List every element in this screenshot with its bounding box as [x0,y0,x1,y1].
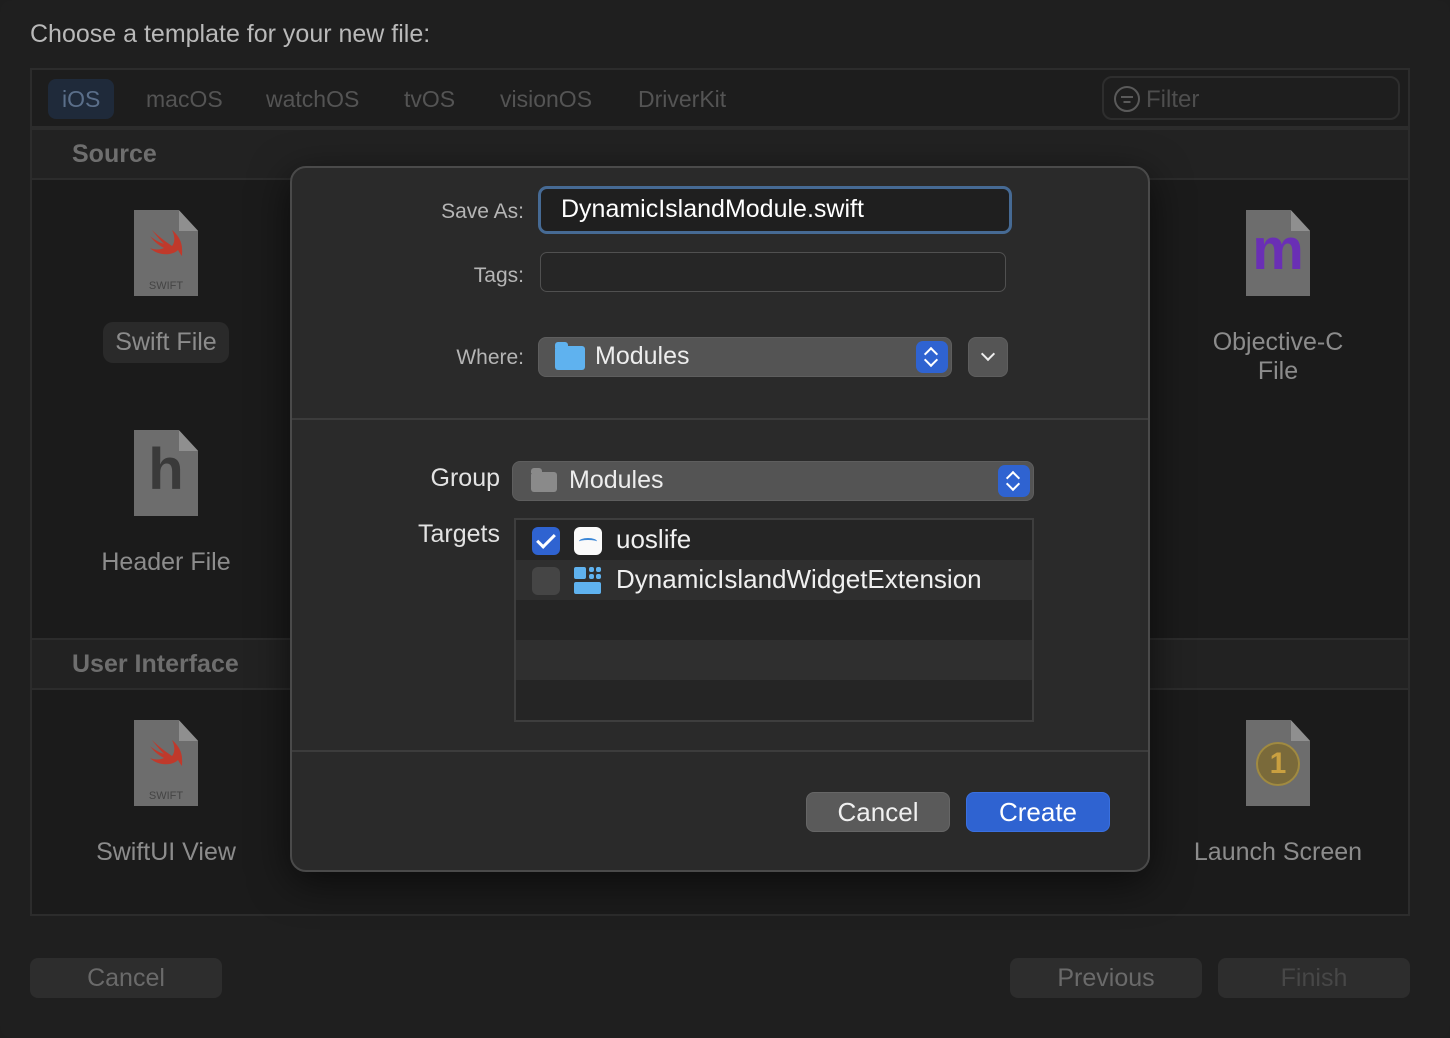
group-value: Modules [569,466,664,494]
section-user-interface-title: User Interface [72,650,239,678]
template-label: Header File [101,548,231,576]
divider [292,418,1148,420]
group-popup[interactable]: Modules [512,461,1034,501]
sheet-cancel-button[interactable]: Cancel [806,792,950,832]
template-label: SwiftUI View [96,838,236,866]
targets-label: Targets [418,520,500,548]
where-value: Modules [595,342,690,370]
m-doc-icon: m [1246,210,1310,296]
template-launch-screen[interactable]: 1 Launch Screen [1178,720,1378,873]
filter-field[interactable]: Filter [1102,76,1400,120]
save-as-label: Save As: [441,200,524,223]
popup-stepper-icon [998,465,1030,497]
popup-stepper-icon [916,341,948,373]
app-icon [574,527,602,555]
target-row-empty [516,640,1032,680]
target-name: DynamicIslandWidgetExtension [616,564,982,594]
tab-watchos[interactable]: watchOS [252,79,373,119]
previous-button[interactable]: Previous [1010,958,1202,998]
tab-macos[interactable]: macOS [132,79,237,119]
target-checkbox[interactable] [532,527,560,555]
tab-driverkit[interactable]: DriverKit [624,79,740,119]
tags-label: Tags: [473,264,524,287]
divider [292,750,1148,752]
target-name: uoslife [616,524,692,554]
expand-location-button[interactable] [968,337,1008,377]
template-label: Swift File [103,322,229,363]
chevron-down-icon [980,346,996,362]
storyboard-doc-icon: 1 [1246,720,1310,806]
template-label: Objective-C File [1212,328,1344,385]
where-popup[interactable]: Modules [538,337,952,377]
template-objc-file[interactable]: m Objective-C File [1178,210,1378,392]
group-label: Group [430,464,500,492]
tags-field[interactable] [540,252,1006,292]
target-checkbox[interactable] [532,567,560,595]
template-label: Launch Screen [1193,838,1363,866]
template-swift-file[interactable]: SWIFT Swift File [66,210,266,363]
swift-doc-icon: SWIFT [134,210,198,296]
save-as-field[interactable]: DynamicIslandModule.swift [538,186,1012,234]
h-doc-icon: h [134,430,198,516]
target-row[interactable]: uoslife [516,520,1032,560]
finish-button[interactable]: Finish [1218,958,1410,998]
widget-extension-icon [574,567,602,595]
folder-icon [531,468,557,492]
filter-icon [1114,86,1140,112]
swift-doc-icon: SWIFT [134,720,198,806]
window-title: Choose a template for your new file: [30,20,431,48]
target-row-empty [516,600,1032,640]
tab-visionos[interactable]: visionOS [486,79,606,119]
targets-list: uoslife DynamicIslandWidgetExtension [514,518,1034,722]
template-swiftui-view[interactable]: SWIFT SwiftUI View [66,720,266,873]
tab-ios[interactable]: iOS [48,79,115,119]
cancel-button[interactable]: Cancel [30,958,222,998]
platform-tabbar: iOS macOS watchOS tvOS visionOS DriverKi… [32,70,1408,128]
folder-icon [555,342,585,370]
tab-tvos[interactable]: tvOS [390,79,469,119]
where-label: Where: [456,346,524,369]
save-sheet: Save As: DynamicIslandModule.swift Tags:… [290,166,1150,872]
filter-placeholder: Filter [1146,86,1200,113]
target-row[interactable]: DynamicIslandWidgetExtension [516,560,1032,600]
create-button[interactable]: Create [966,792,1110,832]
template-header-file[interactable]: h Header File [66,430,266,583]
section-source-title: Source [72,140,157,168]
